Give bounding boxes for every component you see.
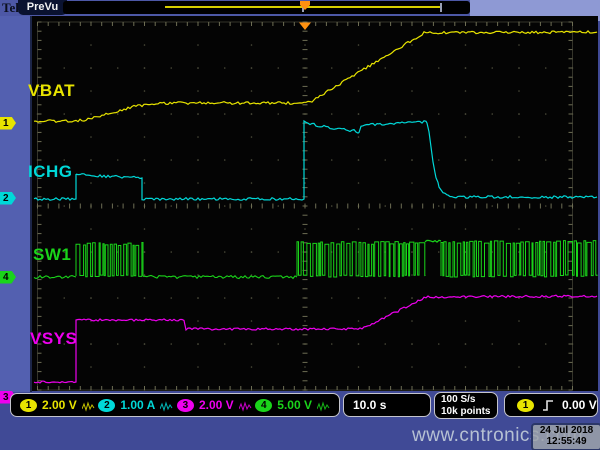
top-status-bar: Tek PreVu [0,0,600,16]
acquisition-readout: 100 S/s 10k points [434,392,498,419]
timebase-value: 10.0 s [353,398,386,412]
channel1-readout: 1 2.00 V [20,398,95,412]
waveform-screen [32,16,598,391]
channel2-badge: 2 [98,399,115,412]
horizontal-scale-readout: 10.0 s [343,393,431,417]
date-value: 24 Jul 2018 [533,426,600,437]
bottom-status-bar: 1 2.00 V 2 1.00 A 3 2.00 V 4 5.00 V 10.0… [0,391,600,420]
channel3-readout: 3 2.00 V [177,398,252,412]
channel4-readout: 4 5.00 V [255,398,330,412]
channel3-badge: 3 [177,399,194,412]
trigger-level: 0.00 V [562,398,597,412]
noise-waveform-icon [82,401,95,412]
trigger-source-badge: 1 [517,399,534,412]
oscilloscope-display: Tek PreVu VBAT ICHG SW1 VSYS 1 2 4 3 1 2… [0,0,600,450]
channel4-badge: 4 [255,399,272,412]
time-value: 12:55:49 [533,437,600,448]
channel2-readout: 2 1.00 A [98,398,173,412]
channel1-scale: 2.00 V [42,398,77,412]
rising-edge-slope-icon [542,399,554,412]
acquisition-status-tab: PreVu [18,0,67,15]
channel1-badge: 1 [20,399,37,412]
channel2-scale: 1.00 A [120,398,155,412]
trigger-readout: 1 0.00 V [504,393,598,417]
channel3-scale: 2.00 V [199,398,234,412]
noise-waveform-icon [239,401,252,412]
channel3-label: VSYS [30,329,77,349]
record-length: 10k points [441,406,490,418]
sample-rate: 100 S/s [441,394,490,406]
waveform-plot [32,16,598,391]
record-window-tick [440,3,442,12]
noise-waveform-icon [317,401,330,412]
noise-waveform-icon [160,401,173,412]
datetime-box: 24 Jul 2018 12:55:49 [531,423,600,450]
channel2-label: ICHG [28,162,73,182]
channel1-label: VBAT [28,81,75,101]
record-position-bar [63,1,470,14]
channel-scale-readouts: 1 2.00 V 2 1.00 A 3 2.00 V 4 5.00 V [10,393,340,417]
channel4-label: SW1 [33,245,71,265]
channel4-scale: 5.00 V [277,398,312,412]
